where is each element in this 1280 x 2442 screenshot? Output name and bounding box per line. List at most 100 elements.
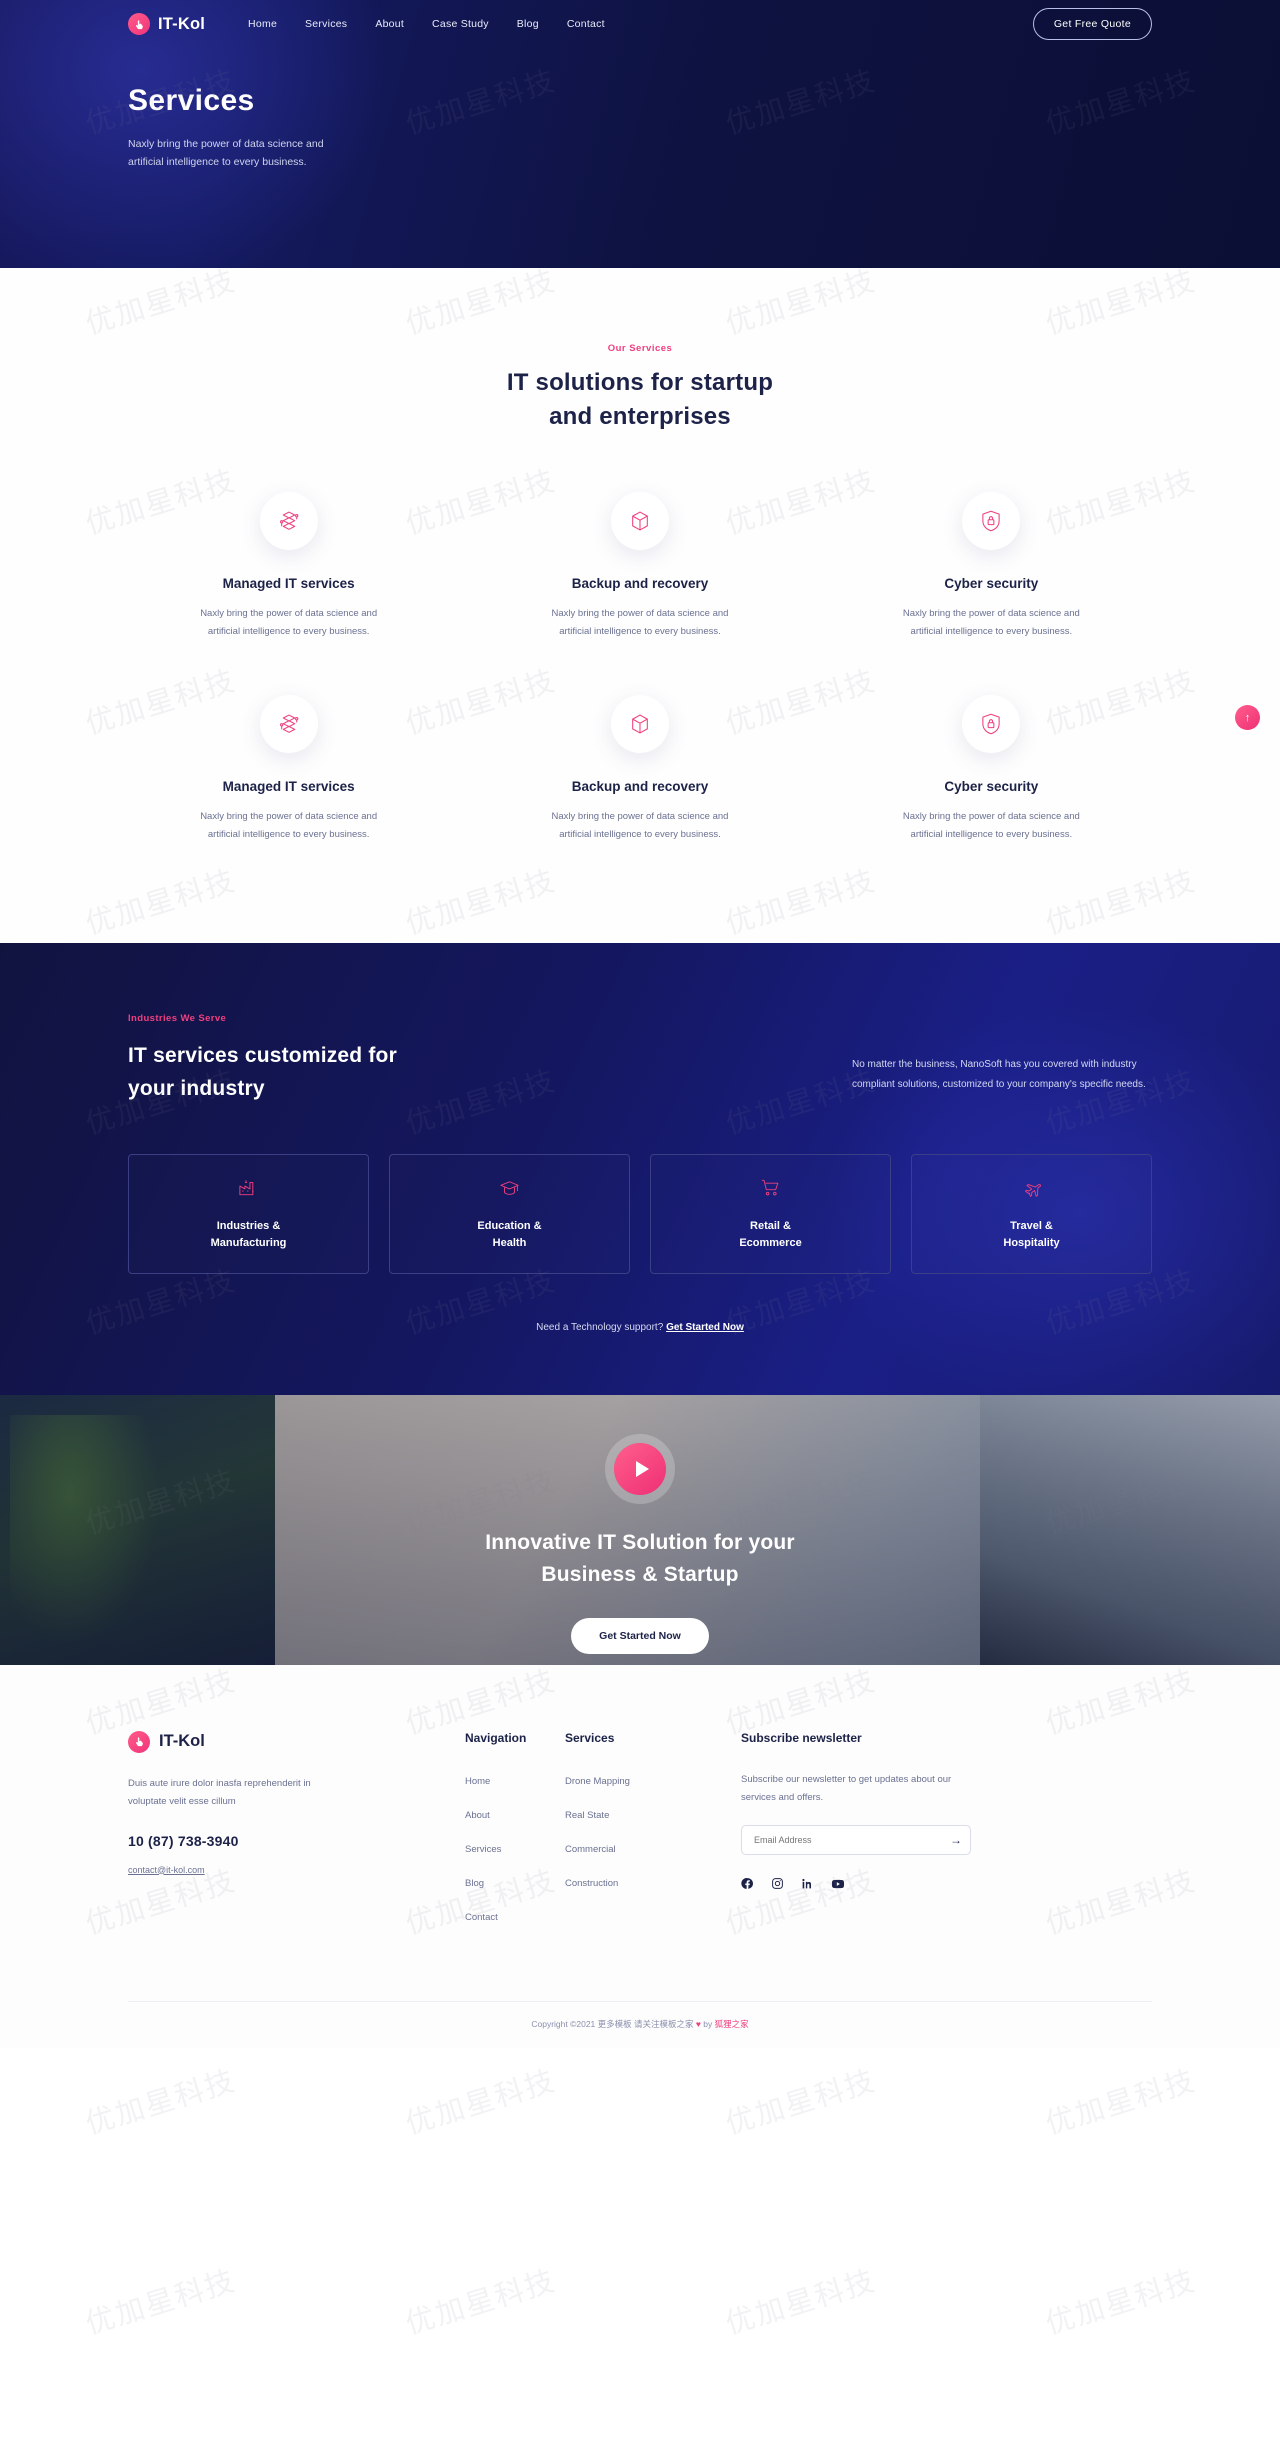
get-free-quote-button[interactable]: Get Free Quote [1032, 8, 1152, 40]
server-stack-icon [259, 492, 318, 551]
service-name: Backup and recovery [571, 779, 709, 795]
banner-title-line1: Innovative IT Solution for your [485, 1530, 795, 1554]
service-card[interactable]: Cyber security Naxly bring the power of … [831, 492, 1152, 640]
services-heading-line1: IT solutions for startup [506, 369, 774, 396]
hand-pointer-icon [128, 13, 150, 35]
industry-label-line1: Industries & [216, 1220, 281, 1232]
copyright-by: by [700, 2018, 715, 2029]
footer-services-heading: Services [565, 1730, 615, 1745]
brand-name: IT-Kol [158, 14, 206, 33]
service-card[interactable]: Cyber security Naxly bring the power of … [831, 695, 1152, 843]
hand-pointer-icon [128, 1730, 150, 1753]
services-eyebrow: Our Services [607, 343, 673, 354]
industry-card-travel[interactable]: Travel & Hospitality [911, 1153, 1152, 1274]
footer-nav-list: Home About Services Blog Contact [465, 1771, 565, 1925]
list-item: Real State [565, 1805, 695, 1823]
service-name: Managed IT services [222, 576, 355, 592]
list-item: Services [465, 1839, 565, 1857]
footer-nav-blog[interactable]: Blog [465, 1878, 484, 1889]
scroll-to-top-button[interactable]: ↑ [1235, 705, 1260, 730]
hero-subtitle: Naxly bring the power of data science an… [128, 138, 324, 169]
nav-item-services[interactable]: Services [305, 18, 347, 30]
industries-footer-text: Need a Technology support? [536, 1321, 664, 1333]
footer-brand-name: IT-Kol [159, 1732, 205, 1750]
page-title: Services [128, 84, 255, 117]
video-cta-banner: Innovative IT Solution for your Business… [0, 1394, 1280, 1665]
airplane-icon [1020, 1176, 1043, 1204]
nav-item-about[interactable]: About [375, 18, 404, 30]
list-item: Commercial [565, 1839, 695, 1857]
brand-logo[interactable]: IT-Kol [128, 13, 205, 35]
service-description: Naxly bring the power of data science an… [200, 811, 378, 840]
service-card[interactable]: Managed IT services Naxly bring the powe… [128, 695, 449, 843]
footer-brand-column: IT-Kol Duis aute irure dolor inasfa repr… [128, 1730, 418, 1941]
footer-description: Duis aute irure dolor inasfa reprehender… [128, 1777, 311, 1807]
industry-card-education[interactable]: Education & Health [389, 1153, 630, 1274]
footer-service-construction[interactable]: Construction [565, 1878, 618, 1889]
footer-service-real-state[interactable]: Real State [565, 1810, 609, 1821]
youtube-icon[interactable] [831, 1877, 845, 1891]
footer-service-commercial[interactable]: Commercial [565, 1844, 616, 1855]
service-name: Backup and recovery [571, 576, 709, 592]
service-name: Managed IT services [222, 779, 355, 795]
industries-footer: Need a Technology support? Get Started N… [128, 1322, 1152, 1333]
get-started-now-link[interactable]: Get Started Now [666, 1322, 744, 1333]
linkedin-icon[interactable] [801, 1877, 814, 1891]
industry-card-label: Travel & Hospitality [1003, 1218, 1059, 1251]
shield-lock-icon [962, 695, 1021, 754]
email-input[interactable] [754, 1834, 946, 1845]
industries-title: IT services customized for your industry [128, 1044, 397, 1100]
industry-card-retail[interactable]: Retail & Ecommerce [650, 1153, 891, 1274]
server-stack-icon [259, 695, 318, 754]
footer-navigation-column: Navigation Home About Services Blog Cont… [465, 1731, 565, 1941]
nav-item-home[interactable]: Home [248, 18, 277, 30]
play-icon [635, 1460, 649, 1477]
hero-content: Services Naxly bring the power of data s… [128, 40, 1152, 172]
facebook-icon[interactable] [741, 1877, 754, 1891]
footer-nav-contact[interactable]: Contact [465, 1912, 498, 1923]
copyright-prefix: Copyright ©2021 [531, 2018, 598, 2029]
shield-lock-icon [962, 492, 1021, 551]
footer-nav-services[interactable]: Services [465, 1844, 501, 1855]
banner-title: Innovative IT Solution for your Business… [0, 1527, 1280, 1592]
service-card[interactable]: Backup and recovery Naxly bring the powe… [479, 695, 800, 843]
footer-logo[interactable]: IT-Kol [128, 1730, 418, 1753]
services-heading-line2: and enterprises [549, 403, 731, 431]
footer-email-link[interactable]: contact@it-kol.com [128, 1865, 205, 1875]
newsletter-submit-button[interactable]: → [946, 1830, 966, 1850]
banner-get-started-button[interactable]: Get Started Now [571, 1617, 709, 1654]
industry-card-manufacturing[interactable]: Industries & Manufacturing [128, 1153, 369, 1274]
hero-section: IT-Kol Home Services About Case Study Bl… [0, 0, 1280, 268]
play-video-button[interactable] [614, 1442, 666, 1495]
copyright-link[interactable]: 狐狸之家 [715, 2019, 749, 2029]
industry-card-label: Retail & Ecommerce [739, 1218, 801, 1251]
shopping-cart-icon [759, 1176, 782, 1204]
graduation-cap-icon [498, 1176, 521, 1204]
nav-item-blog[interactable]: Blog [517, 18, 539, 30]
footer-service-drone-mapping[interactable]: Drone Mapping [565, 1776, 630, 1787]
footer-services-column: Services Drone Mapping Real State Commer… [565, 1731, 695, 1941]
footer-nav-about[interactable]: About [465, 1810, 490, 1821]
footer-subscribe-heading: Subscribe newsletter [741, 1730, 862, 1745]
nav-item-case-study[interactable]: Case Study [432, 18, 489, 30]
nav-item-contact[interactable]: Contact [567, 18, 605, 30]
service-card[interactable]: Backup and recovery Naxly bring the powe… [479, 492, 800, 640]
list-item: Contact [465, 1907, 565, 1925]
industries-eyebrow: Industries We Serve [128, 1013, 227, 1025]
services-heading: IT solutions for startup and enterprises [128, 366, 1152, 434]
industries-heading-block: Industries We Serve IT services customiz… [128, 1013, 598, 1105]
banner-title-line2: Business & Startup [541, 1563, 739, 1587]
social-links [741, 1877, 971, 1891]
footer-nav-home[interactable]: Home [465, 1776, 490, 1787]
industry-label-line1: Education & [477, 1220, 542, 1232]
list-item: Blog [465, 1873, 565, 1891]
industries-paragraph: No matter the business, NanoSoft has you… [852, 1059, 1146, 1091]
service-description: Naxly bring the power of data science an… [551, 608, 729, 637]
services-grid: Managed IT services Naxly bring the powe… [128, 492, 1152, 843]
industry-label-line1: Travel & [1010, 1220, 1053, 1232]
service-description: Naxly bring the power of data science an… [200, 608, 378, 637]
instagram-icon[interactable] [771, 1877, 784, 1891]
newsletter-form: → [741, 1824, 971, 1855]
list-item: Home [465, 1771, 565, 1789]
service-card[interactable]: Managed IT services Naxly bring the powe… [128, 492, 449, 640]
